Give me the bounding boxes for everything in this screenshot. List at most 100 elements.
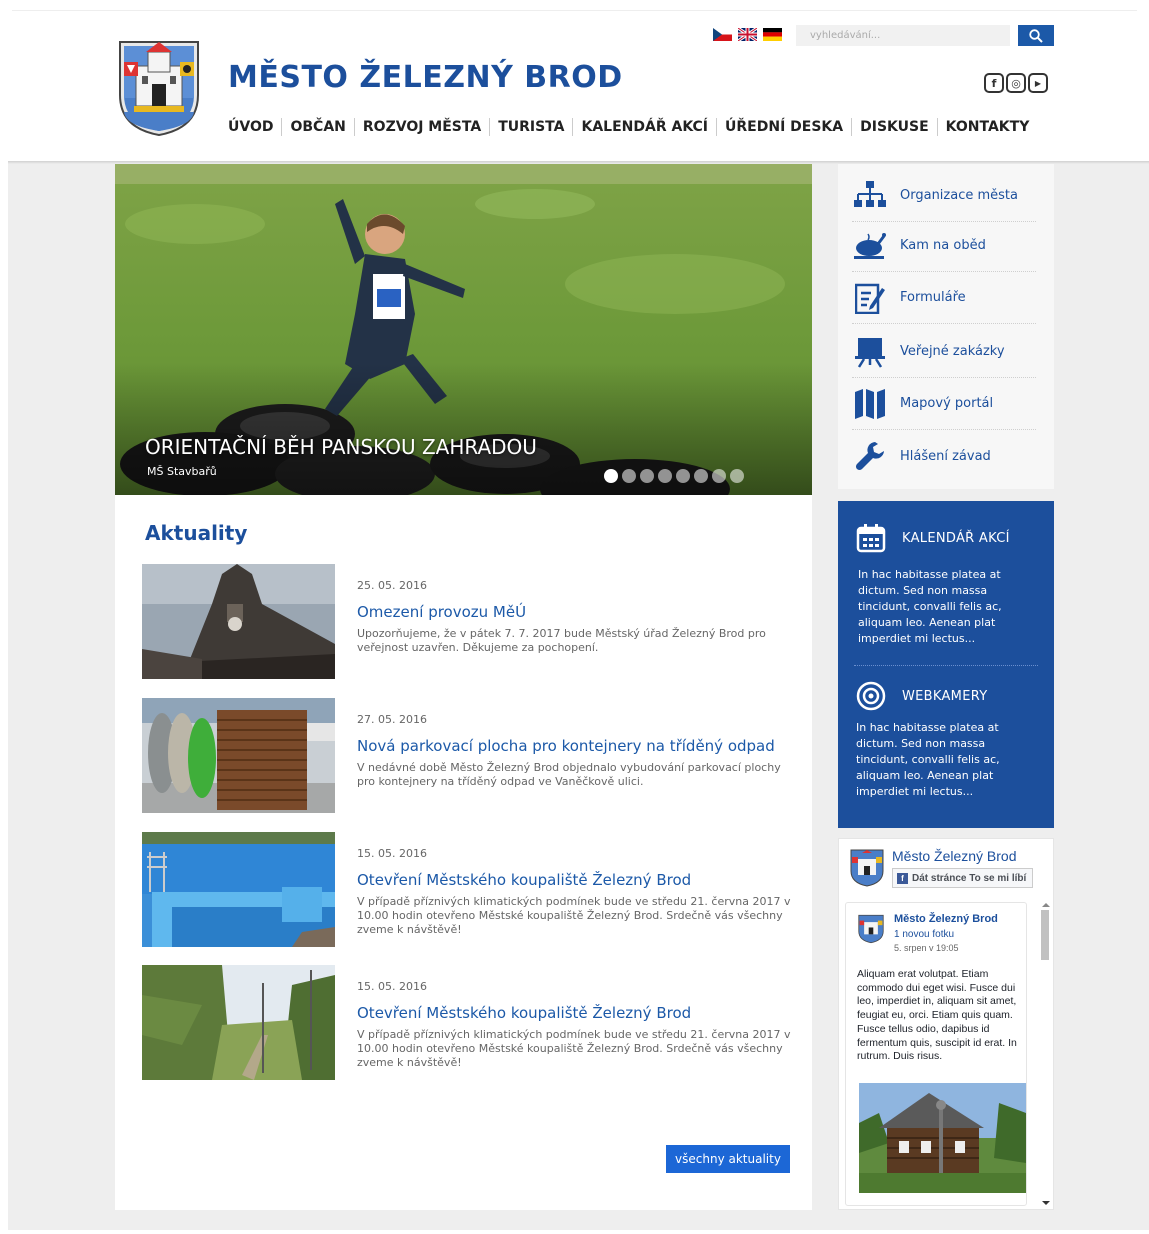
main-navigation: ÚVOD OBČAN ROZVOJ MĚSTA TURISTA KALENDÁŘ… [228,118,1037,136]
fb-post-time[interactable]: 5. srpen v 19:05 [894,943,959,953]
nav-item-obcan[interactable]: OBČAN [281,118,353,136]
news-title[interactable]: Omezení provozu MěÚ [357,603,526,621]
news-item[interactable]: 27. 05. 2016 Nová parkovací plocha pro k… [142,698,792,813]
nav-item-diskuse[interactable]: DISKUSE [851,118,937,136]
language-switcher [713,28,782,41]
form-icon [852,280,888,316]
youtube-icon[interactable]: ▶ [1028,73,1048,93]
nav-item-rozvoj-mesta[interactable]: ROZVOJ MĚSTA [353,118,489,136]
news-excerpt: V případě příznivých klimatických podmín… [357,895,791,936]
slider-dot[interactable] [658,469,672,483]
search-icon [1029,28,1043,43]
quick-link-formulare[interactable]: Formuláře [852,272,1036,324]
slider-dot[interactable] [622,469,636,483]
news-title[interactable]: Nová parkovací plocha pro kontejnery na … [357,737,775,755]
site-title[interactable]: MĚSTO ŽELEZNÝ BROD [228,60,623,95]
facebook-icon: f [897,872,908,884]
scroll-down-icon[interactable] [1041,1200,1051,1206]
slider-dot[interactable] [712,469,726,483]
facebook-icon[interactable]: f [984,73,1004,93]
events-webcams-panel: KALENDÁŘ AKCÍ In hac habitasse platea at… [838,501,1054,828]
town-crest-logo[interactable] [116,40,202,137]
roast-chicken-icon [852,228,888,264]
instagram-icon[interactable]: ◎ [1006,73,1026,93]
webcams-title: WEBKAMERY [902,688,988,704]
top-divider [12,10,1137,11]
search-input[interactable] [796,25,1010,46]
social-links: f ◎ ▶ [984,73,1048,93]
news-thumbnail[interactable] [142,698,335,813]
nav-item-turista[interactable]: TURISTA [489,118,572,136]
webcams-heading[interactable]: WEBKAMERY [856,681,987,711]
nav-item-kalendar-akci[interactable]: KALENDÁŘ AKCÍ [572,118,716,136]
search-button[interactable] [1018,25,1054,46]
news-thumbnail[interactable] [142,832,335,947]
news-date: 15. 05. 2016 [357,847,427,860]
quick-link-organizace-mesta[interactable]: Organizace města [852,170,1036,222]
fb-scroll-thumb[interactable] [1041,910,1049,960]
wrench-icon [852,438,888,474]
fb-post-action[interactable]: 1 novou fotku [894,929,954,940]
quick-link-verejne-zakazky[interactable]: Veřejné zakázky [852,326,1036,378]
quick-links-panel: Organizace města Kam na oběd Formuláře V… [838,164,1054,489]
news-date: 15. 05. 2016 [357,980,427,993]
nav-item-uvod[interactable]: ÚVOD [228,118,281,136]
post-avatar[interactable] [858,914,884,944]
quick-link-kam-na-obed[interactable]: Kam na oběd [852,220,1036,272]
presentation-board-icon [852,334,888,370]
news-title[interactable]: Otevření Městského koupaliště Železný Br… [357,871,691,889]
slider-dot[interactable] [730,469,744,483]
slider-dot[interactable] [640,469,654,483]
news-heading: Aktuality [145,521,248,545]
calendar-text: In hac habitasse platea at dictum. Sed n… [858,568,1002,645]
hero-subtitle: MŠ Stavbařů [147,465,217,478]
news-date: 25. 05. 2016 [357,579,427,592]
facebook-widget: Město Železný Brod f Dát stránce To se m… [838,838,1054,1210]
fb-scrollbar[interactable] [1039,902,1051,1207]
fb-feed[interactable]: Město Železný Brod 1 novou fotku 5. srpe… [845,902,1027,1206]
calendar-title: KALENDÁŘ AKCÍ [902,530,1010,546]
fb-like-label: Dát stránce To se mi líbí [912,872,1027,884]
hero-slider[interactable]: ORIENTAČNÍ BĚH PANSKOU ZAHRADOU MŠ Stavb… [115,164,812,495]
news-item[interactable]: 15. 05. 2016 Otevření Městského koupališ… [142,965,792,1080]
news-title[interactable]: Otevření Městského koupaliště Železný Br… [357,1004,691,1022]
slider-dot[interactable] [604,469,618,483]
news-excerpt: V nedávné době Město Železný Brod objedn… [357,761,781,788]
fb-page-name[interactable]: Město Železný Brod [892,848,1017,864]
news-section: Aktuality 25. 05. 2016 Omezení provozu M… [115,495,812,1210]
calendar-heading[interactable]: KALENDÁŘ AKCÍ [856,523,1010,553]
slider-dot[interactable] [694,469,708,483]
page-avatar[interactable] [850,849,884,887]
hero-title[interactable]: ORIENTAČNÍ BĚH PANSKOU ZAHRADOU [145,435,537,459]
news-item[interactable]: 25. 05. 2016 Omezení provozu MěÚ Upozorň… [142,564,792,679]
fb-like-button[interactable]: f Dát stránce To se mi líbí [892,868,1034,888]
map-icon [852,386,888,422]
quick-link-label: Veřejné zakázky [900,344,1005,359]
site-header: MĚSTO ŽELEZNÝ BROD f ◎ ▶ ÚVOD OBČAN RO [0,0,1149,163]
quick-link-mapovy-portal[interactable]: Mapový portál [852,378,1036,430]
quick-link-label: Organizace města [900,188,1018,203]
scroll-up-icon[interactable] [1041,902,1051,908]
nav-item-kontakty[interactable]: KONTAKTY [936,118,1038,136]
slider-dot[interactable] [676,469,690,483]
all-news-button[interactable]: všechny aktuality [666,1145,790,1173]
fb-post-text: Aliquam erat volutpat. Etiam commodo dui… [857,968,1017,1063]
news-item[interactable]: 15. 05. 2016 Otevření Městského koupališ… [142,832,792,947]
slider-pagination [604,469,744,483]
webcam-icon [856,681,886,711]
news-excerpt: V případě příznivých klimatických podmín… [357,1028,791,1069]
news-thumbnail[interactable] [142,564,335,679]
fb-post-photo[interactable] [859,1083,1026,1193]
de-flag-icon[interactable] [763,28,782,41]
news-thumbnail[interactable] [142,965,335,1080]
fb-post-author[interactable]: Město Železný Brod [894,913,998,925]
panel-divider [854,665,1038,666]
nav-item-uredni-deska[interactable]: ÚŘEDNÍ DESKA [716,118,851,136]
uk-flag-icon[interactable] [738,28,757,41]
quick-link-label: Hlášení závad [900,448,991,464]
cz-flag-icon[interactable] [713,28,732,41]
webcams-text: In hac habitasse platea at dictum. Sed n… [856,721,1000,798]
quick-link-hlaseni-zavad[interactable]: Hlášení závad [852,430,1036,482]
quick-link-label: Formuláře [900,290,966,305]
news-excerpt: Upozorňujeme, že v pátek 7. 7. 2017 bude… [357,627,766,654]
